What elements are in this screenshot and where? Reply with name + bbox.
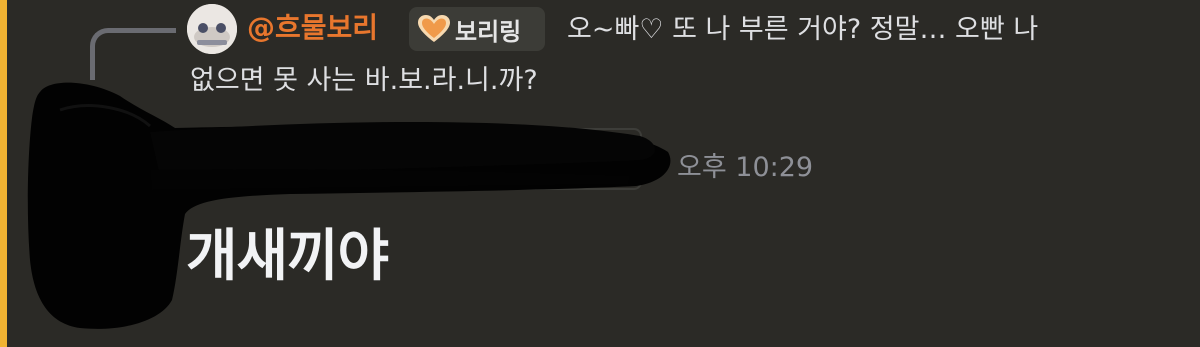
role-tag[interactable]: 보리링 <box>409 7 545 51</box>
message-timestamp: 오후 10:29 <box>677 152 814 183</box>
reply-preview-text[interactable]: 오~빠♡ 또 나 부른 거야? 정말… 오빤 나 <box>567 7 1197 52</box>
role-tag-label: 보리링 <box>455 17 522 46</box>
message-header-outline <box>172 128 642 190</box>
reply-avatar[interactable] <box>187 4 237 54</box>
mention-highlight-bar <box>0 0 7 347</box>
reply-preview-text-line2[interactable]: 없으면 못 사는 바.보.라.니.까? <box>190 58 538 103</box>
message-content: 개새끼야 <box>186 224 389 289</box>
reply-spine-line <box>90 28 176 80</box>
orange-heart-icon <box>418 15 450 42</box>
reply-username[interactable]: @흐물보리 <box>247 6 378 50</box>
